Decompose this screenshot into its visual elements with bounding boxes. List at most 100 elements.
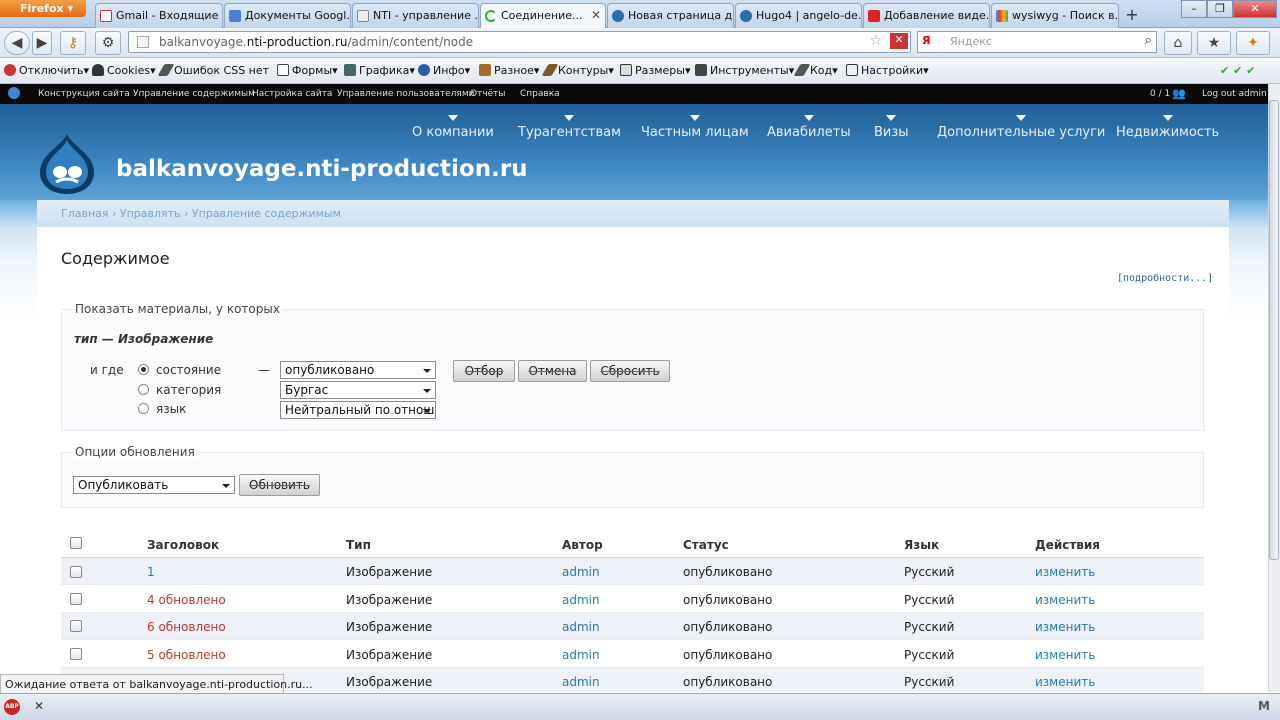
- tab-youtube[interactable]: Добавление виде...: [863, 3, 990, 28]
- devbar-css[interactable]: Ошибок CSS нет: [157, 64, 269, 77]
- breadcrumb[interactable]: Главная › Управлять › Управление содержи…: [37, 200, 1229, 227]
- admin-menu-config[interactable]: Настройка сайта: [252, 89, 332, 99]
- validation-check-icons[interactable]: ✔ ✔ ✔: [1220, 64, 1255, 77]
- minimize-button[interactable]: –: [1181, 0, 1207, 18]
- row-edit-link[interactable]: изменить: [1035, 620, 1095, 634]
- tab-hugo[interactable]: Hugo4 | angelo-de...: [735, 3, 862, 28]
- reset-button[interactable]: Сбросить: [590, 360, 670, 382]
- back-button[interactable]: ◀: [4, 31, 30, 55]
- devbar-info[interactable]: Инфо▾: [418, 64, 470, 77]
- filter-button[interactable]: Отбор: [453, 360, 515, 382]
- col-header-language[interactable]: Язык: [904, 538, 939, 552]
- row-edit-link[interactable]: изменить: [1035, 565, 1095, 579]
- row-checkbox[interactable]: [70, 566, 82, 578]
- search-icon[interactable]: ⌕: [1145, 33, 1152, 48]
- devbar-misc[interactable]: Разное▾: [479, 64, 539, 77]
- admin-menu-users[interactable]: Управление пользователями: [337, 89, 474, 99]
- radio-status-label[interactable]: состояние: [156, 363, 221, 377]
- firefox-menu-button[interactable]: Firefox ▾: [0, 0, 86, 17]
- radio-category[interactable]: [138, 384, 149, 395]
- update-action-select[interactable]: Опубликовать: [73, 476, 235, 494]
- menu-item-services[interactable]: Дополнительные услуги: [937, 115, 1105, 140]
- row-title-link[interactable]: 5 обновлено: [147, 648, 226, 662]
- devbar-disable[interactable]: Отключить▾: [4, 64, 89, 77]
- scrollbar-thumb[interactable]: [1269, 100, 1279, 560]
- logout-link[interactable]: Log out admin: [1202, 89, 1267, 99]
- radio-status[interactable]: [138, 364, 149, 375]
- home-button[interactable]: ⌂: [1164, 31, 1192, 55]
- drupal-logo[interactable]: [38, 132, 96, 196]
- gmail-notifier-icon[interactable]: M: [1258, 699, 1270, 713]
- devbar-settings[interactable]: Настройки▾: [846, 64, 929, 77]
- admin-menu-content[interactable]: Управление содержимым: [133, 89, 255, 99]
- menu-item-individuals[interactable]: Частным лицам: [641, 115, 749, 140]
- row-checkbox[interactable]: [70, 648, 82, 660]
- menu-item-avia[interactable]: Авиабилеты: [767, 115, 851, 140]
- radio-category-label[interactable]: категория: [156, 383, 221, 397]
- devbar-tools[interactable]: Инструменты▾: [695, 64, 794, 77]
- row-author-link[interactable]: admin: [562, 620, 600, 634]
- col-header-status[interactable]: Статус: [683, 538, 729, 552]
- tab-docs[interactable]: Документы Googl...: [224, 3, 351, 28]
- admin-menu-reports[interactable]: Отчёты: [470, 89, 506, 99]
- status-select[interactable]: опубликовано: [280, 361, 436, 379]
- close-addon-bar-icon[interactable]: ✕: [34, 699, 44, 713]
- row-edit-link[interactable]: изменить: [1035, 648, 1095, 662]
- select-all-checkbox[interactable]: [70, 537, 82, 549]
- search-bar[interactable]: Я Яндекс ⌕: [917, 31, 1157, 53]
- stop-icon[interactable]: ✕: [890, 33, 908, 49]
- addon-menu-button[interactable]: ✦: [1236, 31, 1270, 55]
- bookmarks-button[interactable]: ★: [1197, 31, 1231, 55]
- update-button[interactable]: Обновить: [239, 474, 320, 496]
- adblock-icon[interactable]: ABP: [4, 699, 20, 715]
- menu-item-realty[interactable]: Недвижимость: [1116, 115, 1219, 140]
- col-header-type[interactable]: Тип: [346, 538, 371, 552]
- close-window-button[interactable]: ✕: [1233, 0, 1277, 18]
- tab-google[interactable]: wysiwyg - Поиск в...: [991, 3, 1119, 28]
- devbar-resize[interactable]: Размеры▾: [620, 64, 691, 77]
- devbar-forms[interactable]: Формы▾: [277, 64, 338, 77]
- tab-new-page[interactable]: Новая страница д...: [607, 3, 734, 28]
- maximize-button[interactable]: ❐: [1207, 0, 1233, 18]
- row-author-link[interactable]: admin: [562, 648, 600, 662]
- row-author-link[interactable]: admin: [562, 675, 600, 689]
- menu-item-agencies[interactable]: Турагентствам: [518, 115, 621, 140]
- language-select[interactable]: Нейтральный по отношению: [280, 401, 436, 419]
- category-select[interactable]: Бургас: [280, 381, 436, 399]
- url-bar[interactable]: balkanvoyage.nti-production.ru/admin/con…: [128, 31, 911, 53]
- breadcrumb-text[interactable]: Главная › Управлять › Управление содержи…: [61, 207, 341, 220]
- row-edit-link[interactable]: изменить: [1035, 593, 1095, 607]
- site-name[interactable]: balkanvoyage.nti-production.ru: [116, 156, 528, 182]
- radio-language-label[interactable]: язык: [156, 402, 186, 416]
- row-title-link[interactable]: 6 обновлено: [147, 620, 226, 634]
- devbar-outline[interactable]: Контуры▾: [541, 64, 614, 77]
- radio-language[interactable]: [138, 403, 149, 414]
- more-info-link[interactable]: [подробности...]: [1117, 273, 1213, 284]
- devbar-images[interactable]: Графика▾: [344, 64, 415, 77]
- addon-button[interactable]: ⚙: [95, 31, 121, 55]
- row-title-link[interactable]: 4 обновлено: [147, 593, 226, 607]
- row-author-link[interactable]: admin: [562, 593, 600, 607]
- new-tab-button[interactable]: +: [1121, 5, 1143, 25]
- forward-button[interactable]: ▶: [32, 31, 52, 55]
- col-header-title[interactable]: Заголовок: [147, 538, 219, 552]
- menu-item-visas[interactable]: Визы: [874, 115, 909, 140]
- drupal-icon[interactable]: [8, 87, 20, 99]
- row-title-link[interactable]: 1: [147, 565, 155, 579]
- row-edit-link[interactable]: изменить: [1035, 675, 1095, 689]
- tab-active[interactable]: Соединение... ✕: [480, 3, 606, 28]
- devbar-cookies[interactable]: Cookies▾: [92, 64, 156, 77]
- row-checkbox[interactable]: [70, 620, 82, 632]
- tab-gmail[interactable]: Gmail - Входящие ...: [95, 3, 223, 28]
- tools-button[interactable]: ⚷: [60, 31, 86, 55]
- close-tab-icon[interactable]: ✕: [591, 8, 601, 22]
- devbar-source[interactable]: Код▾: [793, 64, 838, 77]
- admin-menu-structure[interactable]: Конструкция сайта: [38, 89, 130, 99]
- row-checkbox[interactable]: [70, 593, 82, 605]
- tab-nti[interactable]: NTI - управление ...: [352, 3, 479, 28]
- admin-menu-help[interactable]: Справка: [520, 89, 560, 99]
- menu-item-about[interactable]: О компании: [412, 115, 494, 140]
- row-author-link[interactable]: admin: [562, 565, 600, 579]
- bookmark-star-icon[interactable]: ☆: [869, 33, 882, 49]
- cancel-button[interactable]: Отмена: [518, 360, 587, 382]
